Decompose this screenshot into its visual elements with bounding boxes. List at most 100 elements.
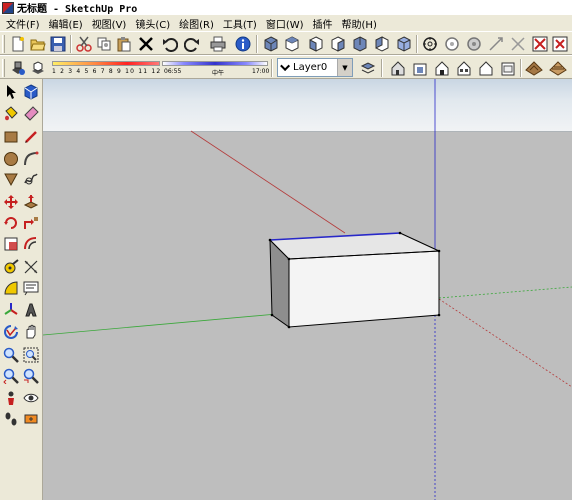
paint-bucket-icon[interactable] [1, 103, 21, 123]
menu-plugins[interactable]: 插件 [309, 16, 337, 31]
follow-me-icon[interactable] [21, 213, 41, 233]
menu-tools[interactable]: 工具(T) [219, 16, 261, 31]
shaded-icon[interactable] [464, 34, 484, 54]
axes-icon[interactable] [1, 300, 21, 320]
toolbar-separator [70, 35, 72, 53]
circle-icon[interactable] [1, 149, 21, 169]
sketchup-app-icon [2, 1, 14, 14]
protractor-icon[interactable] [1, 278, 21, 298]
hidden-line-icon[interactable] [442, 34, 462, 54]
move-icon[interactable] [1, 192, 21, 212]
terrain-icon[interactable] [524, 58, 544, 78]
copy-icon[interactable] [94, 34, 114, 54]
month-ticks: 1 2 3 4 5 6 7 8 9 10 11 12 [52, 68, 162, 75]
box-front-face[interactable] [288, 250, 440, 328]
menu-edit[interactable]: 编辑(E) [45, 16, 87, 31]
open-file-icon[interactable] [28, 34, 48, 54]
rectangle-icon[interactable] [1, 127, 21, 147]
line-pencil-icon[interactable] [21, 127, 41, 147]
scene-canvas [43, 79, 572, 500]
push-pull-icon[interactable] [21, 192, 41, 212]
dimension-icon[interactable] [21, 257, 41, 277]
menu-camera[interactable]: 镜头(C) [131, 16, 174, 31]
cut-icon[interactable] [74, 34, 94, 54]
toolbar-grip[interactable] [2, 59, 5, 77]
shadows-layers-toolbar: 1 2 3 4 5 6 7 8 9 10 11 12 06:55 中午 17:0… [0, 55, 572, 79]
section-plane-icon[interactable] [530, 34, 550, 54]
make-component-icon[interactable] [21, 82, 41, 102]
menu-file[interactable]: 文件(F) [2, 16, 44, 31]
undo-icon[interactable] [160, 34, 180, 54]
house-back-icon[interactable] [476, 58, 496, 78]
back-view-icon[interactable] [350, 34, 370, 54]
monochrome-icon[interactable] [508, 34, 528, 54]
wireframe-icon[interactable] [420, 34, 440, 54]
x-ray-icon[interactable] [394, 34, 414, 54]
zoom-icon[interactable] [1, 345, 21, 365]
toolbar-separator [520, 59, 522, 77]
close-section-icon[interactable] [550, 34, 570, 54]
chevron-down-icon[interactable]: ▼ [337, 59, 352, 76]
iso-view-icon[interactable] [261, 34, 281, 54]
window-title: 无标题 - SketchUp Pro [17, 4, 138, 15]
model-info-icon[interactable] [233, 34, 253, 54]
orbit-icon[interactable] [1, 322, 21, 342]
walk-icon[interactable] [1, 409, 21, 429]
house-front-icon[interactable] [432, 58, 452, 78]
pan-hand-icon[interactable] [21, 322, 41, 342]
menu-window[interactable]: 窗口(W) [262, 16, 308, 31]
eraser-icon[interactable] [21, 103, 41, 123]
3d-text-icon[interactable] [21, 300, 41, 320]
shadow-time-slider[interactable]: 1 2 3 4 5 6 7 8 9 10 11 12 06:55 中午 17:0… [52, 59, 269, 77]
scale-icon[interactable] [1, 234, 21, 254]
layer-manager-icon[interactable] [358, 58, 378, 78]
menu-view[interactable]: 视图(V) [88, 16, 131, 31]
look-around-icon[interactable] [21, 388, 41, 408]
right-view-icon[interactable] [328, 34, 348, 54]
house-top-icon[interactable] [410, 58, 430, 78]
menu-help[interactable]: 帮助(H) [338, 16, 381, 31]
house-right-icon[interactable] [454, 58, 474, 78]
previous-view-icon[interactable] [1, 366, 21, 386]
vertex-point [287, 257, 291, 261]
house-iso-icon[interactable] [388, 58, 408, 78]
polygon-icon[interactable] [1, 169, 21, 189]
arc-icon[interactable] [21, 149, 41, 169]
left-view-icon[interactable] [372, 34, 392, 54]
paste-icon[interactable] [114, 34, 134, 54]
zoom-extents-icon[interactable] [21, 366, 41, 386]
front-view-icon[interactable] [306, 34, 326, 54]
red-axis-line [190, 130, 346, 234]
section-plane-tool-icon[interactable] [21, 409, 41, 429]
text-label-icon[interactable] [21, 278, 41, 298]
house-left-icon[interactable] [498, 58, 518, 78]
menu-draw[interactable]: 绘图(R) [175, 16, 218, 31]
redo-icon[interactable] [182, 34, 202, 54]
select-arrow-icon[interactable] [1, 82, 21, 102]
menu-bar: 文件(F) 编辑(E) 视图(V) 镜头(C) 绘图(R) 工具(T) 窗口(W… [0, 15, 572, 31]
sandbox-icon[interactable] [548, 58, 568, 78]
time-slider-track[interactable] [162, 61, 268, 66]
rotate-icon[interactable] [1, 213, 21, 233]
toggle-shadows-icon[interactable] [28, 58, 48, 78]
toolbar-grip[interactable] [2, 35, 5, 53]
save-icon[interactable] [48, 34, 68, 54]
new-file-icon[interactable] [8, 34, 28, 54]
modeling-viewport[interactable] [43, 79, 572, 500]
month-slider-track[interactable] [52, 61, 160, 66]
layer-dropdown[interactable]: Layer0 ▼ [277, 58, 353, 77]
time-noon-label: 中午 [212, 70, 225, 77]
textured-icon[interactable] [486, 34, 506, 54]
freehand-icon[interactable] [21, 169, 41, 189]
position-camera-icon[interactable] [1, 388, 21, 408]
shadow-settings-icon[interactable] [8, 58, 28, 78]
tape-measure-icon[interactable] [1, 257, 21, 277]
zoom-window-icon[interactable] [21, 345, 41, 365]
erase-icon[interactable] [136, 34, 156, 54]
print-icon[interactable] [208, 34, 228, 54]
offset-icon[interactable] [21, 234, 41, 254]
tools-toolbar [0, 79, 43, 500]
top-view-icon[interactable] [282, 34, 302, 54]
vertex-point [398, 231, 402, 235]
vertex-point [268, 238, 272, 242]
